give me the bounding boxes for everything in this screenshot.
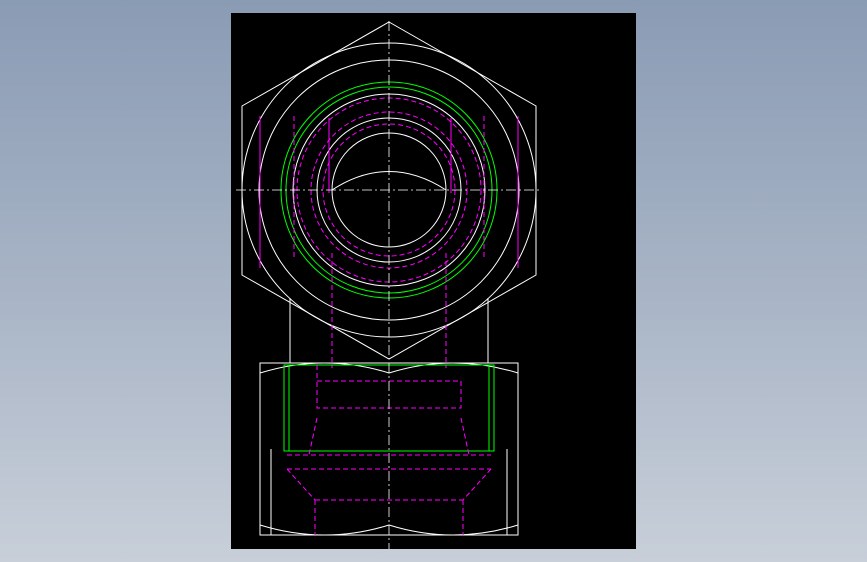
hidden-taper-right <box>460 417 470 456</box>
hidden-neck-right <box>462 468 492 501</box>
hidden-taper-left <box>308 417 318 456</box>
hidden-neck-left <box>286 468 316 501</box>
top-view-hex-nut <box>236 21 542 360</box>
front-view-hex-nut <box>259 362 519 549</box>
cad-drawing-viewport[interactable]: .w { stroke: #ffffff; stroke-width: 1; f… <box>231 13 636 549</box>
cad-drawing: .w { stroke: #ffffff; stroke-width: 1; f… <box>236 21 542 549</box>
